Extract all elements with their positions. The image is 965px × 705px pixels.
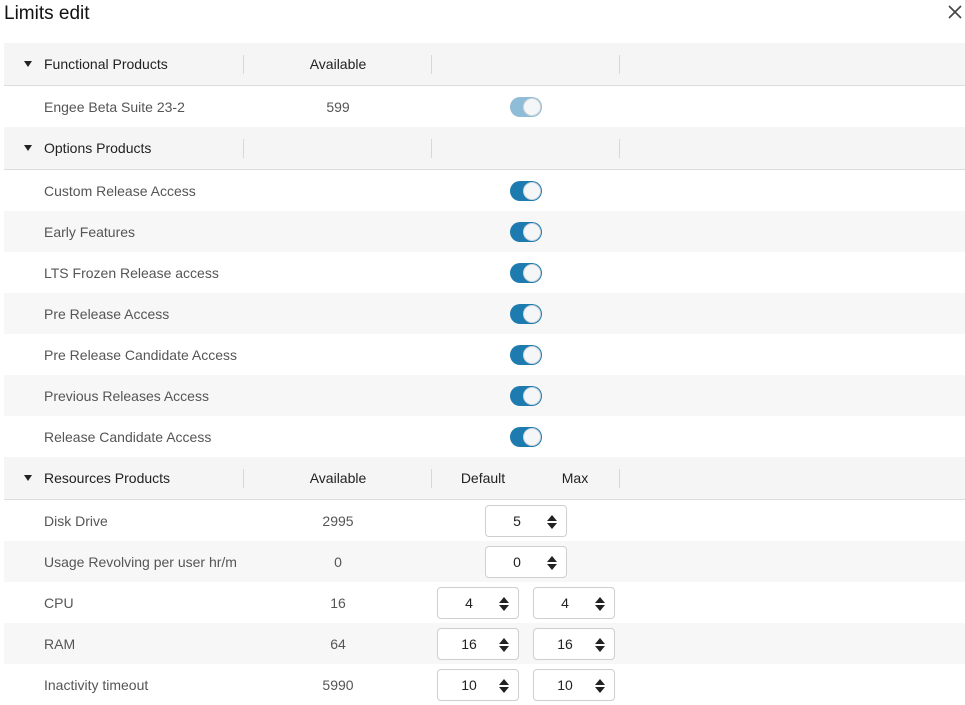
sort-arrows-icon[interactable] [499,637,509,652]
stepper-value: 0 [513,553,521,570]
chevron-down-icon[interactable] [24,475,32,481]
product-name: Previous Releases Access [44,387,209,404]
sort-arrows-icon[interactable] [499,678,509,693]
stepper-value: 16 [461,635,477,652]
product-toggle[interactable] [510,385,542,406]
group-title: Functional Products [44,56,168,72]
sort-arrows-icon[interactable] [499,596,509,611]
toggle-knob [523,386,541,405]
product-name: Release Candidate Access [44,428,212,445]
table-row: Custom Release Access [4,170,965,211]
product-toggle[interactable] [510,262,542,283]
column-header-max: Max [561,470,589,486]
max-stepper[interactable]: 4 [533,586,615,619]
column-divider [243,469,244,488]
table-row: Release Candidate Access [4,416,965,457]
product-name: LTS Frozen Release access [44,264,219,281]
sort-arrows-icon[interactable] [595,637,605,652]
limits-table: Functional Products Available Engee Beta… [4,43,965,705]
chevron-down-icon[interactable] [24,61,32,67]
column-divider [619,139,620,158]
default-stepper[interactable]: 4 [437,586,519,619]
product-toggle[interactable] [510,426,542,447]
product-name: Pre Release Access [44,305,170,322]
column-divider [431,55,432,74]
default-stepper[interactable]: 16 [437,627,519,660]
available-value: 5990 [322,676,354,693]
product-toggle[interactable] [510,180,542,201]
sort-arrows-icon[interactable] [595,678,605,693]
stepper-value: 5 [513,512,521,529]
group-header-resources: Resources Products Available Default Max [4,457,965,500]
product-name: Engee Beta Suite 23-2 [44,98,185,115]
column-divider [619,55,620,74]
product-toggle[interactable] [510,303,542,324]
stepper-value: 16 [557,635,573,652]
product-name: Custom Release Access [44,182,196,199]
stepper-value: 10 [557,676,573,693]
max-stepper[interactable]: 10 [533,668,615,701]
value-stepper[interactable]: 0 [485,545,567,578]
max-stepper[interactable]: 16 [533,627,615,660]
close-icon[interactable] [946,3,964,21]
table-row: Pre Release Access [4,293,965,334]
table-row: LTS Frozen Release access [4,252,965,293]
default-stepper[interactable]: 10 [437,668,519,701]
toggle-knob [523,345,541,364]
toggle-knob [523,304,541,323]
column-divider [243,139,244,158]
available-value: 64 [330,635,346,652]
column-divider [619,469,620,488]
column-divider [243,55,244,74]
product-toggle[interactable] [510,96,542,117]
toggle-knob [523,263,541,282]
product-name: Usage Revolving per user hr/m [44,553,237,570]
column-header-available: Available [309,470,367,486]
table-row: Engee Beta Suite 23-2 599 [4,86,965,127]
dialog-title: Limits edit [4,3,90,24]
value-stepper[interactable]: 5 [485,504,567,537]
toggle-knob [523,427,541,446]
product-toggle[interactable] [510,344,542,365]
sort-arrows-icon[interactable] [547,555,557,570]
available-value: 16 [330,594,346,611]
table-row: Inactivity timeout 5990 10 10 [4,664,965,705]
group-title: Resources Products [44,470,171,486]
sort-arrows-icon[interactable] [595,596,605,611]
chevron-down-icon[interactable] [24,145,32,151]
product-toggle[interactable] [510,221,542,242]
table-row: Disk Drive 2995 5 [4,500,965,541]
group-header-functional: Functional Products Available [4,43,965,86]
product-name: Disk Drive [44,512,108,529]
column-header-available: Available [309,56,367,72]
product-name: Inactivity timeout [44,676,149,693]
product-name: CPU [44,594,74,611]
table-row: Previous Releases Access [4,375,965,416]
stepper-value: 10 [461,676,477,693]
product-name: Pre Release Candidate Access [44,346,237,363]
table-row: Usage Revolving per user hr/m 0 0 [4,541,965,582]
column-header-default: Default [460,470,506,486]
group-title: Options Products [44,140,152,156]
column-divider [431,469,432,488]
table-row: Pre Release Candidate Access [4,334,965,375]
table-row: RAM 64 16 16 [4,623,965,664]
available-value: 2995 [322,512,354,529]
available-value: 0 [334,553,342,570]
stepper-value: 4 [465,594,473,611]
stepper-value: 4 [561,594,569,611]
group-header-options: Options Products [4,127,965,170]
toggle-knob [523,222,541,241]
available-value: 599 [326,98,350,115]
table-row: Early Features [4,211,965,252]
table-row: CPU 16 4 4 [4,582,965,623]
column-divider [431,139,432,158]
product-name: RAM [44,635,76,652]
toggle-knob [523,97,541,116]
sort-arrows-icon[interactable] [547,514,557,529]
toggle-knob [523,181,541,200]
product-name: Early Features [44,223,136,240]
